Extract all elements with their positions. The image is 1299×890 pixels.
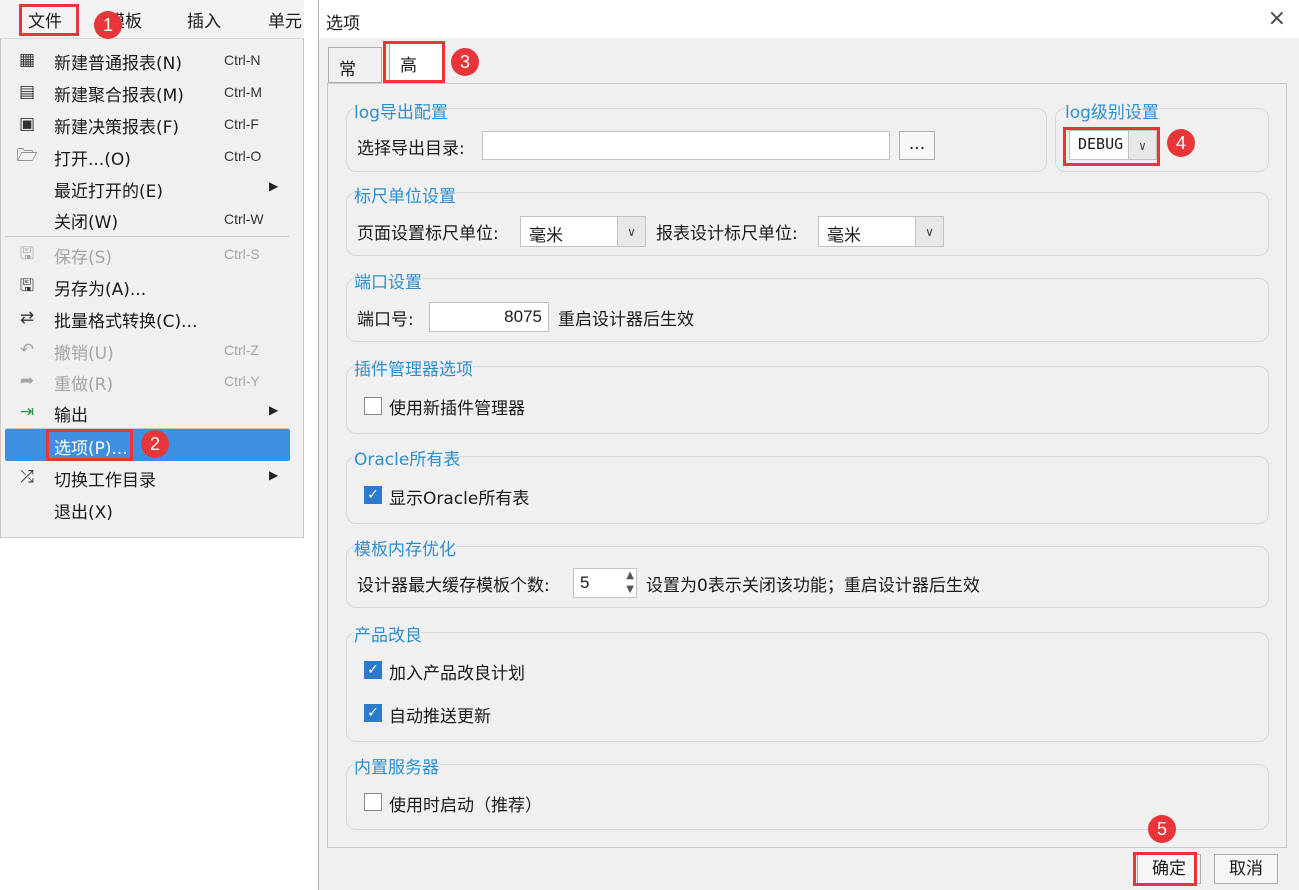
step-badge-1: 1 [94,11,122,39]
spin-down-icon[interactable]: ▼ [626,584,634,595]
menu-item-export[interactable]: ⇥ 输出 ▶ [1,396,303,428]
export-dir-label: 选择导出目录: [357,139,465,159]
menu-item-new-normal-report[interactable]: ▦ 新建普通报表(N) Ctrl-N [1,44,303,76]
spin-up-icon[interactable]: ▲ [626,570,634,581]
log-export-title: log导出配置 [354,98,448,123]
submenu-arrow-icon: ▶ [269,468,279,482]
cancel-button[interactable]: 取消 [1214,854,1278,884]
auto-update-checkbox[interactable]: ✓ [364,704,382,722]
convert-icon: ⇄ [19,308,35,328]
menu-item-open[interactable]: 🗁 打开...(O) Ctrl-O [1,140,303,172]
step-badge-2: 2 [141,430,169,458]
page-ruler-select[interactable]: 毫米 ∨ [520,216,646,247]
save-disk-icon: 🖫 [19,244,35,264]
grid-report-icon: ▦ [18,50,36,70]
menu-item-save-as[interactable]: 🖫 另存为(A)... [1,270,303,302]
menu-item-switch-directory[interactable]: ⤮ 切换工作目录 ▶ [1,461,303,493]
menu-item-new-decision-report[interactable]: ▣ 新建决策报表(F) Ctrl-F [1,108,303,140]
server-label: 使用时启动（推荐） [389,796,542,816]
file-menu: ▦ 新建普通报表(N) Ctrl-N ▤ 新建聚合报表(M) Ctrl-M ▣ … [0,39,304,538]
plugin-label: 使用新插件管理器 [389,399,525,419]
dialog-titlebar: 选项 × [319,0,1299,38]
shuffle-icon: ⤮ [20,467,34,487]
join-plan-label: 加入产品改良计划 [389,664,525,684]
port-input[interactable]: 8075 [429,302,549,332]
oracle-title: Oracle所有表 [354,445,461,470]
plugin-title: 插件管理器选项 [354,355,473,380]
ruler-title: 标尺单位设置 [354,182,456,207]
menu-item-batch-convert[interactable]: ⇄ 批量格式转换(C)... [1,302,303,334]
export-icon: ⇥ [19,402,35,422]
menu-separator [5,236,289,237]
menu-item-recent[interactable]: 最近打开的(E) ▶ [1,172,303,204]
menu-cell[interactable]: 单元 [268,7,302,32]
menu-item-redo[interactable]: ➦ 重做(R) Ctrl-Y [1,365,303,397]
highlight-box [383,41,445,83]
chevron-down-icon: ∨ [915,217,943,246]
close-icon[interactable]: × [1268,6,1286,31]
highlight-box [1063,127,1160,166]
step-badge-3: 3 [451,48,479,76]
improve-title: 产品改良 [354,621,422,646]
redo-icon: ➦ [19,371,35,391]
save-as-icon: 🖫 [19,276,35,296]
decision-report-icon: ▣ [18,114,36,134]
highlight-box [46,429,133,461]
server-title: 内置服务器 [354,753,439,778]
plugin-checkbox[interactable] [364,397,382,415]
menu-insert[interactable]: 插入 [187,7,221,32]
server-checkbox[interactable] [364,793,382,811]
submenu-arrow-icon: ▶ [269,403,279,417]
design-ruler-select[interactable]: 毫米 ∨ [818,216,944,247]
cache-spinner[interactable]: 5 ▲ ▼ [573,568,637,598]
advanced-panel: log导出配置 选择导出目录: ... log级别设置 DEBUG ∨ 标尺单位… [327,83,1287,848]
menu-item-new-aggregate-report[interactable]: ▤ 新建聚合报表(M) Ctrl-M [1,76,303,108]
oracle-label: 显示Oracle所有表 [389,489,530,509]
join-plan-checkbox[interactable]: ✓ [364,661,382,679]
port-label: 端口号: [357,310,414,330]
highlight-box [19,4,79,36]
design-ruler-label: 报表设计标尺单位: [656,224,798,244]
page-ruler-label: 页面设置标尺单位: [357,224,499,244]
menu-item-exit[interactable]: 退出(X) [1,493,303,525]
submenu-arrow-icon: ▶ [269,179,279,193]
menu-item-save[interactable]: 🖫 保存(S) Ctrl-S [1,238,303,270]
highlight-box [1133,852,1197,886]
cache-title: 模板内存优化 [354,535,456,560]
cache-label: 设计器最大缓存模板个数: [357,576,550,596]
menu-item-undo[interactable]: ↶ 撤销(U) Ctrl-Z [1,334,303,366]
step-badge-4: 4 [1167,129,1195,157]
step-badge-5: 5 [1148,815,1176,843]
auto-update-label: 自动推送更新 [389,707,491,727]
folder-open-icon: 🗁 [16,146,38,166]
port-note: 重启设计器后生效 [558,310,694,330]
cache-value: 5 [580,573,590,592]
undo-icon: ↶ [19,340,35,360]
browse-button[interactable]: ... [899,131,935,160]
tab-general[interactable]: 常用 [328,47,382,105]
log-level-title: log级别设置 [1065,98,1159,123]
chevron-down-icon: ∨ [617,217,645,246]
oracle-checkbox[interactable]: ✓ [364,486,382,504]
port-title: 端口设置 [354,268,422,293]
dialog-title: 选项 [326,14,360,34]
aggregate-report-icon: ▤ [18,82,36,102]
export-dir-input[interactable] [482,131,890,160]
cache-note: 设置为0表示关闭该功能；重启设计器后生效 [646,576,980,596]
menu-item-close[interactable]: 关闭(W) Ctrl-W [1,203,303,235]
